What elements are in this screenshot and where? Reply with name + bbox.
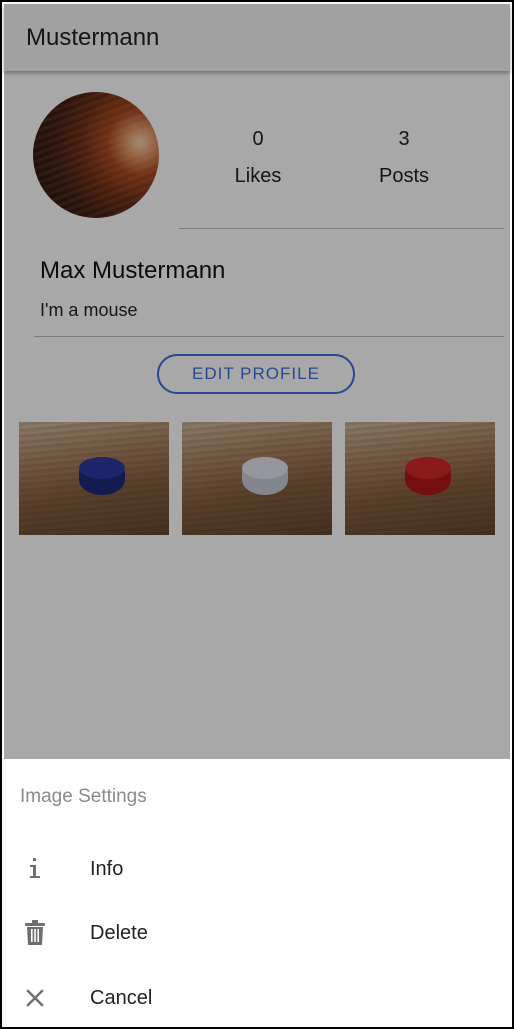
sheet-item-delete[interactable]: Delete — [4, 905, 510, 961]
trash-icon — [22, 919, 48, 947]
sheet-title: Image Settings — [20, 786, 147, 807]
device-frame: Mustermann 0 Likes 3 Posts Max Musterman… — [0, 0, 514, 1029]
sheet-item-label: Cancel — [90, 987, 153, 1009]
sheet-item-label: Info — [90, 858, 124, 880]
info-icon — [22, 855, 48, 883]
image-settings-sheet: Image Settings Info Delete Cancel — [4, 759, 510, 1025]
sheet-item-label: Delete — [90, 922, 148, 944]
sheet-item-cancel[interactable]: Cancel — [4, 970, 510, 1026]
close-icon — [22, 984, 48, 1012]
sheet-item-info[interactable]: Info — [4, 841, 510, 897]
